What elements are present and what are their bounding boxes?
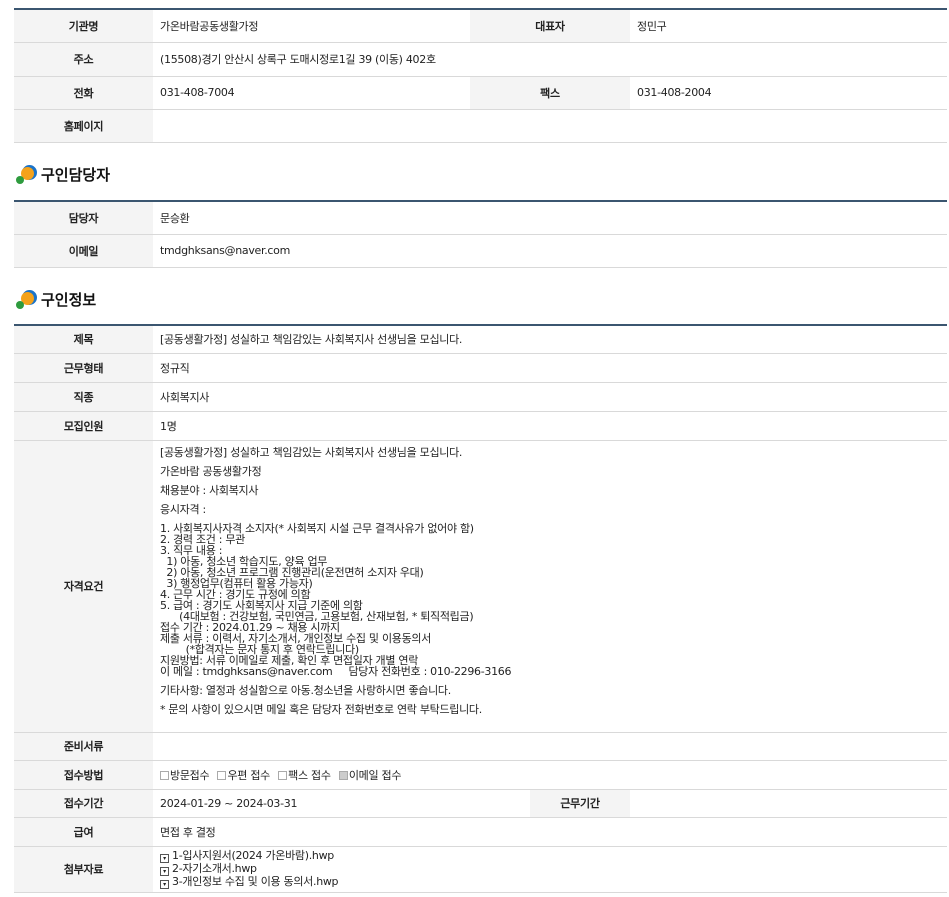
attachment-item[interactable]: ▾ 3-개인정보 수집 및 이용 동의서.hwp bbox=[160, 876, 940, 889]
attach-label: 첨부자료 bbox=[14, 846, 153, 893]
qual-line: 3) 행정업무(컴퓨터 활용 가능자) bbox=[160, 576, 313, 590]
fax-label: 팩스 bbox=[470, 76, 630, 110]
manager-name: 문승환 bbox=[153, 200, 947, 235]
qual-line: 5. 급여 : 경기도 사회복지사 지급 기준에 의함 bbox=[160, 598, 363, 612]
occupation-label: 직종 bbox=[14, 382, 153, 412]
occupation-value: 사회복지사 bbox=[153, 382, 947, 412]
email-value: tmdghksans@naver.com bbox=[153, 234, 947, 268]
qual-line: (*합격자는 문자 통지 후 연락드립니다) bbox=[160, 642, 360, 656]
method-option-fax: 팩스 접수 bbox=[278, 767, 331, 783]
method-label: 접수방법 bbox=[14, 760, 153, 790]
period-label: 접수기간 bbox=[14, 789, 153, 818]
file-icon: ▾ bbox=[160, 853, 169, 863]
attachment-item[interactable]: ▾ 1-입사지원서(2024 가온바람).hwp bbox=[160, 850, 940, 863]
manager-label: 담당자 bbox=[14, 200, 153, 235]
address-value: (15508)경기 안산시 상록구 도매시정로1길 39 (이동) 402호 bbox=[153, 42, 947, 77]
phone-label: 전화 bbox=[14, 76, 153, 110]
qual-line: 지원방법: 서류 이메일로 제출, 확인 후 면접일자 개별 연락 bbox=[160, 653, 419, 667]
checkbox-icon bbox=[217, 770, 227, 780]
qualification-label: 자격요건 bbox=[14, 440, 153, 733]
method-option-email: 이메일 접수 bbox=[338, 767, 401, 783]
email-label: 이메일 bbox=[14, 234, 153, 268]
docs-value bbox=[153, 732, 947, 761]
qual-line: 1) 아동, 청소년 학습지도, 양육 업무 bbox=[160, 554, 328, 568]
rep-name: 정민구 bbox=[630, 8, 947, 43]
title-label: 제목 bbox=[14, 324, 153, 354]
qual-line: 2. 경력 조건 : 무관 bbox=[160, 532, 246, 546]
colored-dots-icon bbox=[16, 288, 38, 310]
workperiod-label: 근무기간 bbox=[530, 789, 630, 818]
qual-line: 2) 아동, 청소년 프로그램 진행관리(운전면허 소지자 우대) bbox=[160, 565, 424, 579]
headcount-label: 모집인원 bbox=[14, 411, 153, 441]
qual-line: 접수 기간 : 2024.01.29 ~ 채용 시까지 bbox=[160, 620, 340, 634]
salary-value: 면접 후 결정 bbox=[153, 817, 947, 847]
qual-line: * 문의 사항이 있으시면 메일 혹은 담당자 전화번호로 연락 부탁드립니다. bbox=[160, 702, 482, 716]
qual-line: 4. 근무 시간 : 경기도 규정에 의함 bbox=[160, 587, 311, 601]
file-icon: ▾ bbox=[160, 879, 169, 889]
method-option-mail: 우편 접수 bbox=[217, 767, 270, 783]
checkbox-icon bbox=[160, 770, 169, 780]
contact-section-label: 구인담당자 bbox=[41, 165, 111, 184]
contact-section-title: 구인담당자 bbox=[16, 162, 110, 186]
checkbox-checked-icon bbox=[338, 770, 348, 780]
fax-value: 031-408-2004 bbox=[630, 76, 947, 110]
org-info-table: 기관명 가온바람공동생활가정 대표자 정민구 주소 (15508)경기 안산시 … bbox=[14, 8, 947, 143]
homepage-label: 홈페이지 bbox=[14, 109, 153, 143]
qual-line: 이 메일 : tmdghksans@naver.com 담당자 전화번호 : 0… bbox=[160, 664, 512, 678]
job-section-title: 구인정보 bbox=[16, 287, 96, 311]
headcount-value: 1명 bbox=[153, 411, 947, 441]
qual-line: 채용분야 : 사회복지사 bbox=[160, 483, 259, 497]
worktype-value: 정규직 bbox=[153, 353, 947, 383]
method-option-visit: 방문접수 bbox=[160, 767, 210, 783]
docs-label: 준비서류 bbox=[14, 732, 153, 761]
rep-label: 대표자 bbox=[470, 8, 630, 43]
qual-line: 가온바람 공동생활가정 bbox=[160, 464, 262, 478]
qual-line: 제출 서류 : 이력서, 자기소개서, 개인정보 수집 및 이용동의서 bbox=[160, 631, 432, 645]
address-label: 주소 bbox=[14, 42, 153, 77]
qual-line: 응시자격 : bbox=[160, 502, 206, 516]
qual-line: 기타사항: 열정과 성실함으로 아동.청소년을 사랑하시면 좋습니다. bbox=[160, 683, 451, 697]
org-name: 가온바람공동생활가정 bbox=[153, 8, 470, 43]
colored-dots-icon bbox=[16, 163, 38, 185]
qual-line: [공동생활가정] 성실하고 책임감있는 사회복지사 선생님을 모십니다. bbox=[160, 445, 463, 459]
job-table: 제목 [공동생활가정] 성실하고 책임감있는 사회복지사 선생님을 모십니다. … bbox=[14, 324, 947, 893]
homepage-value[interactable] bbox=[153, 109, 947, 143]
worktype-label: 근무형태 bbox=[14, 353, 153, 383]
qual-line: (4대보험 : 건강보험, 국민연금, 고용보험, 산재보험, * 퇴직적립금) bbox=[160, 609, 474, 623]
org-name-label: 기관명 bbox=[14, 8, 153, 43]
contact-table: 담당자 문승환 이메일 tmdghksans@naver.com bbox=[14, 200, 947, 268]
file-icon: ▾ bbox=[160, 866, 169, 876]
salary-label: 급여 bbox=[14, 817, 153, 847]
qualification-text: [공동생활가정] 성실하고 책임감있는 사회복지사 선생님을 모십니다. 가온바… bbox=[153, 440, 947, 733]
attachment-list: ▾ 1-입사지원서(2024 가온바람).hwp ▾ 2-자기소개서.hwp ▾ 3-… bbox=[153, 846, 947, 893]
method-options: 방문접수 우편 접수 팩스 접수 이메일 접수 bbox=[153, 760, 947, 790]
job-title: [공동생활가정] 성실하고 책임감있는 사회복지사 선생님을 모십니다. bbox=[153, 324, 947, 354]
job-section-label: 구인정보 bbox=[41, 290, 97, 309]
qual-line: 3. 직무 내용 : bbox=[160, 543, 223, 557]
period-value: 2024-01-29 ~ 2024-03-31 bbox=[153, 789, 530, 818]
checkbox-icon bbox=[278, 770, 288, 780]
phone-value: 031-408-7004 bbox=[153, 76, 470, 110]
workperiod-value bbox=[630, 789, 947, 818]
qual-line: 1. 사회복지사자격 소지자(* 사회복지 시설 근무 결격사유가 없어야 함) bbox=[160, 521, 474, 535]
